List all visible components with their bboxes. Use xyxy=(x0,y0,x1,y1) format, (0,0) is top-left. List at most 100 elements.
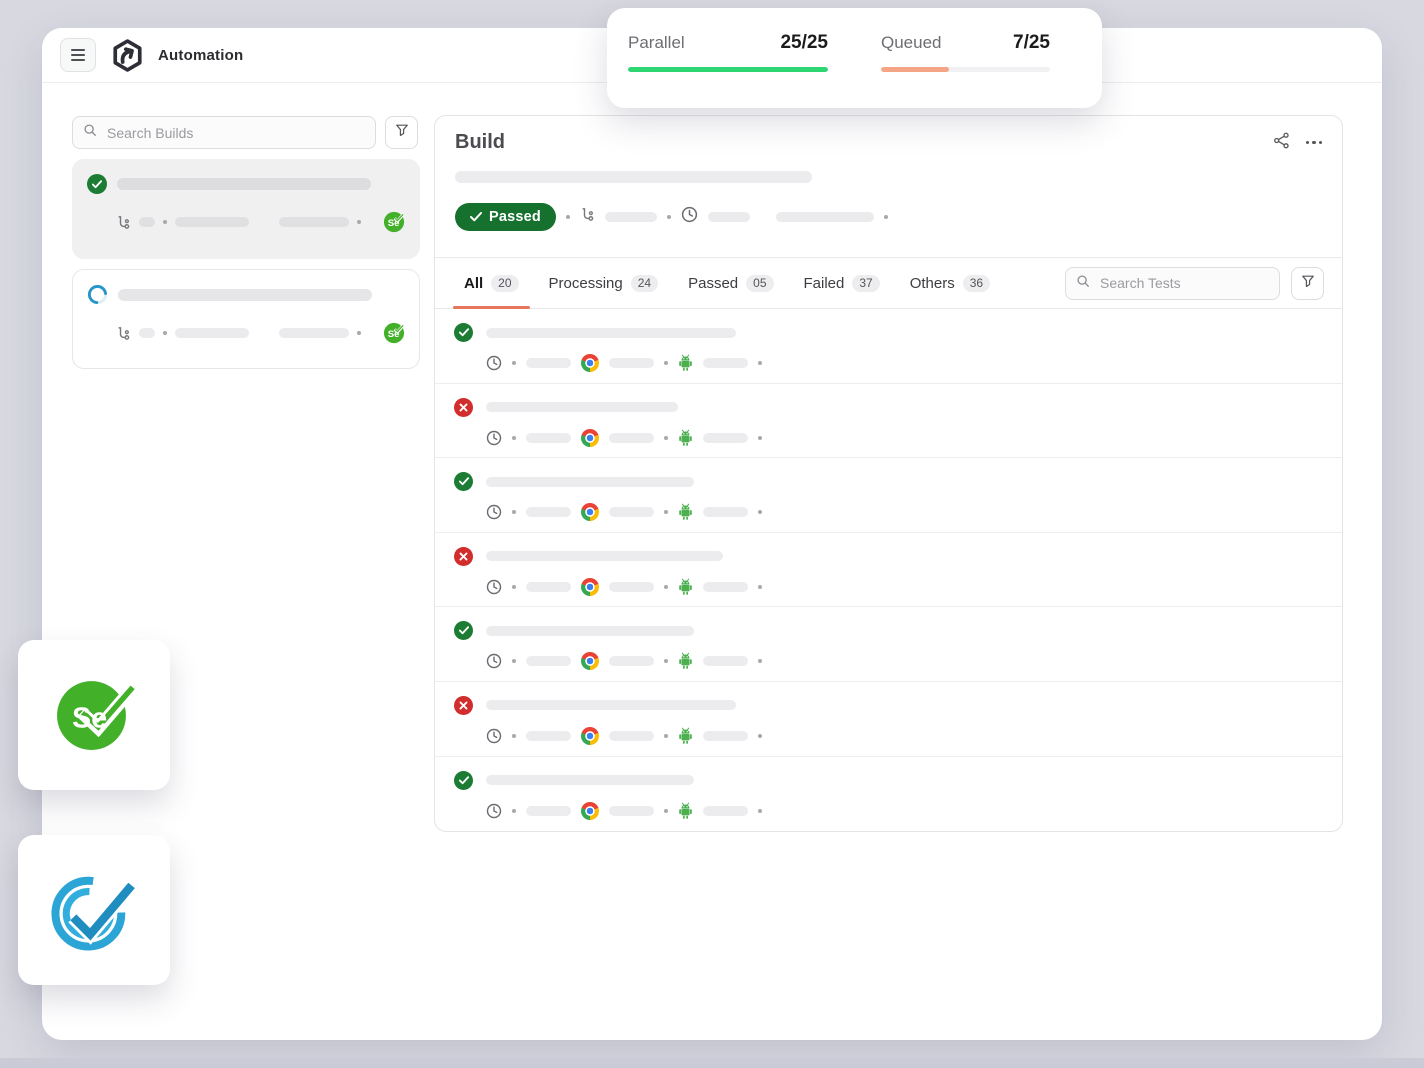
meta-skeleton xyxy=(526,507,571,518)
meta-skeleton xyxy=(609,507,654,518)
meta-skeleton xyxy=(605,212,657,222)
meta-skeleton xyxy=(703,358,748,368)
separator-dot xyxy=(758,361,762,365)
clock-icon xyxy=(486,504,502,520)
separator-dot xyxy=(758,659,762,664)
meta-skeleton xyxy=(703,581,748,592)
passed-check-icon xyxy=(454,621,473,641)
separator-dot xyxy=(664,584,668,589)
build-card-2[interactable]: Se xyxy=(72,269,420,369)
passed-check-icon xyxy=(454,323,473,342)
meta-skeleton xyxy=(703,432,748,443)
separator-dot xyxy=(512,659,516,664)
tab-count-badge: 20 xyxy=(491,274,519,292)
build-meta-row: Se xyxy=(116,322,405,344)
tab-all[interactable]: All 20 xyxy=(449,258,534,309)
test-title-skeleton xyxy=(486,402,678,413)
clock-icon xyxy=(486,653,502,669)
chrome-icon xyxy=(581,801,599,820)
menu-hamburger-button[interactable] xyxy=(60,38,96,72)
meta-skeleton xyxy=(609,581,654,592)
tab-count-badge: 05 xyxy=(746,274,774,292)
failed-cross-icon xyxy=(454,546,473,566)
branch-icon xyxy=(116,326,131,341)
svg-text:Se: Se xyxy=(72,702,107,734)
clock-icon xyxy=(486,803,502,819)
separator-dot xyxy=(512,435,516,440)
branch-icon xyxy=(116,215,131,230)
meta-skeleton xyxy=(139,217,155,227)
test-row-7[interactable] xyxy=(435,757,1342,831)
tab-passed[interactable]: Passed 05 xyxy=(673,258,788,308)
android-icon xyxy=(678,578,693,596)
android-icon xyxy=(678,802,693,820)
filter-funnel-icon xyxy=(1301,274,1315,293)
queued-progress-fill xyxy=(881,67,949,72)
failed-cross-icon xyxy=(454,397,473,417)
app-window: Automation Search Builds Se Se Build Pas… xyxy=(42,28,1382,1040)
search-builds-input[interactable] xyxy=(105,123,365,142)
test-row-2[interactable] xyxy=(435,384,1342,459)
meta-skeleton xyxy=(609,432,654,443)
meta-skeleton xyxy=(609,656,654,667)
meta-skeleton xyxy=(776,212,874,222)
builds-filter-button[interactable] xyxy=(385,116,418,149)
tests-tabs-row: All 20 Processing 24 Passed 05 Failed 37… xyxy=(435,257,1342,309)
codecept-check-logo-icon xyxy=(47,861,141,960)
search-builds-field[interactable] xyxy=(72,116,376,149)
test-row-5[interactable] xyxy=(435,607,1342,682)
test-meta-row xyxy=(486,577,1342,596)
separator-dot xyxy=(512,584,516,589)
test-meta-row xyxy=(486,801,1342,820)
separator-dot xyxy=(664,510,668,515)
meta-skeleton xyxy=(708,212,750,222)
more-options-icon[interactable] xyxy=(1305,137,1322,149)
test-meta-row xyxy=(486,354,1342,372)
separator-dot xyxy=(664,733,668,738)
build-title-skeleton xyxy=(118,288,372,301)
test-row-6[interactable] xyxy=(435,682,1342,757)
separator-dot xyxy=(566,215,570,219)
queued-label: Queued xyxy=(881,33,942,52)
android-icon xyxy=(678,727,693,745)
separator-dot xyxy=(512,510,516,515)
share-icon[interactable] xyxy=(1273,132,1290,154)
separator-dot xyxy=(357,220,361,224)
parallel-value: 25/25 xyxy=(780,32,828,53)
passed-check-icon xyxy=(87,174,107,194)
search-tests-input[interactable] xyxy=(1098,274,1269,292)
test-row-4[interactable] xyxy=(435,533,1342,608)
meta-skeleton xyxy=(526,358,571,368)
separator-dot xyxy=(163,220,167,224)
build-meta-row: Passed xyxy=(455,203,1322,231)
selenium-logo-card: Se xyxy=(18,640,170,790)
tests-list xyxy=(435,309,1342,831)
tab-others[interactable]: Others 36 xyxy=(895,258,1005,308)
filter-funnel-icon xyxy=(395,123,409,142)
parallel-progress-fill xyxy=(628,67,828,72)
test-meta-row xyxy=(486,652,1342,671)
separator-dot xyxy=(758,808,762,813)
parallel-progress-track xyxy=(628,67,828,72)
meta-skeleton xyxy=(609,358,654,368)
search-icon xyxy=(1076,274,1090,293)
tests-filter-button[interactable] xyxy=(1291,266,1324,300)
meta-skeleton xyxy=(526,432,571,443)
tab-failed[interactable]: Failed 37 xyxy=(789,258,895,308)
meta-skeleton xyxy=(526,730,571,741)
test-title-skeleton xyxy=(486,775,694,786)
meta-skeleton xyxy=(526,581,571,592)
test-row-1[interactable] xyxy=(435,309,1342,384)
builds-list: Se Se xyxy=(72,159,420,369)
queued-value: 7/25 xyxy=(1013,32,1050,53)
codecept-logo-card xyxy=(18,835,170,985)
tab-processing[interactable]: Processing 24 xyxy=(534,258,674,308)
separator-dot xyxy=(357,331,361,335)
build-title-skeleton xyxy=(117,178,371,190)
selenium-logo-icon: Se xyxy=(52,671,140,760)
build-card-1[interactable]: Se xyxy=(72,159,420,259)
test-row-3[interactable] xyxy=(435,458,1342,533)
meta-skeleton xyxy=(526,805,571,816)
build-detail-panel: Build Passed All 20 Processing 24 Passed… xyxy=(434,115,1343,832)
search-tests-field[interactable] xyxy=(1065,266,1280,300)
